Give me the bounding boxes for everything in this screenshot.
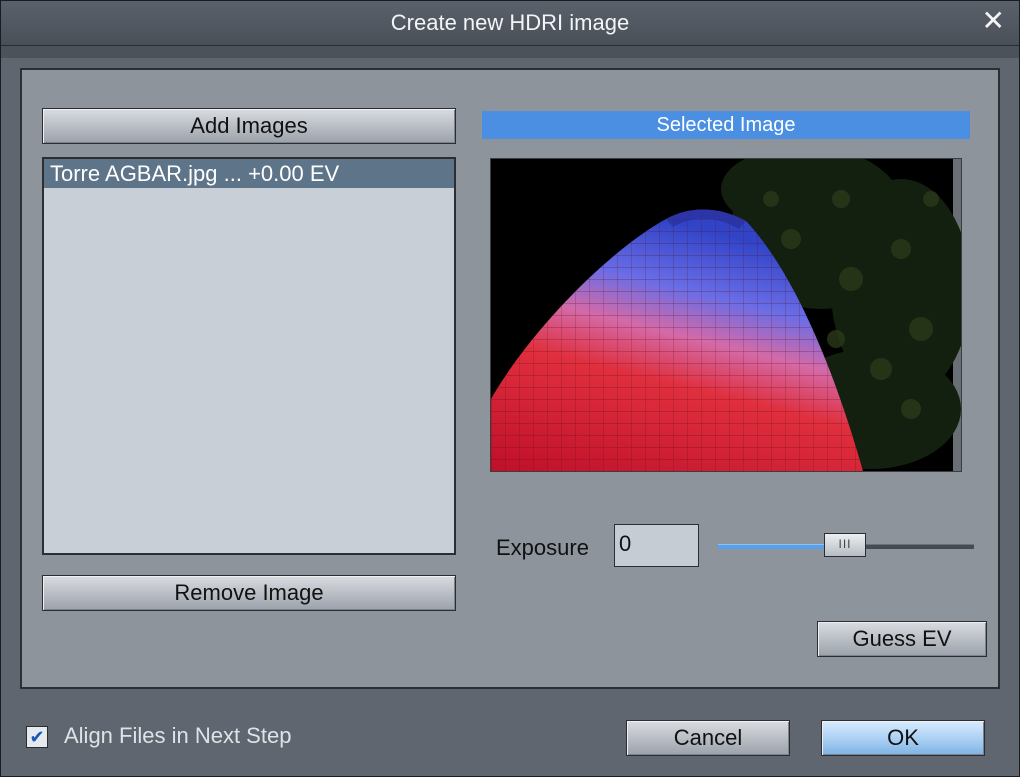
- title-bar: Create new HDRI image ✕: [1, 1, 1019, 46]
- selected-image-preview: [490, 158, 962, 472]
- close-icon[interactable]: ✕: [982, 7, 1005, 35]
- cancel-button[interactable]: Cancel: [626, 720, 790, 756]
- exposure-label: Exposure: [496, 535, 589, 560]
- list-item[interactable]: Torre AGBAR.jpg ... +0.00 EV: [44, 159, 454, 188]
- selected-image-header: Selected Image: [482, 111, 970, 139]
- image-list[interactable]: Torre AGBAR.jpg ... +0.00 EV: [42, 157, 456, 555]
- align-files-label: Align Files in Next Step: [64, 723, 292, 748]
- add-images-button[interactable]: Add Images: [42, 108, 456, 144]
- title-stripe: [1, 46, 1019, 58]
- main-panel: Add Images Torre AGBAR.jpg ... +0.00 EV …: [20, 68, 1000, 689]
- align-files-checkbox[interactable]: ✔: [26, 726, 48, 748]
- remove-image-button[interactable]: Remove Image: [42, 575, 456, 611]
- photo-preview-image: [491, 159, 961, 471]
- guess-ev-button[interactable]: Guess EV: [817, 621, 987, 657]
- slider-thumb[interactable]: III: [824, 533, 866, 557]
- exposure-input[interactable]: 0: [614, 524, 699, 567]
- ok-button[interactable]: OK: [821, 720, 985, 756]
- dialog-title: Create new HDRI image: [390, 10, 630, 35]
- hdri-dialog: Create new HDRI image ✕ Add Images Torre…: [0, 0, 1020, 777]
- exposure-slider[interactable]: III: [718, 533, 974, 557]
